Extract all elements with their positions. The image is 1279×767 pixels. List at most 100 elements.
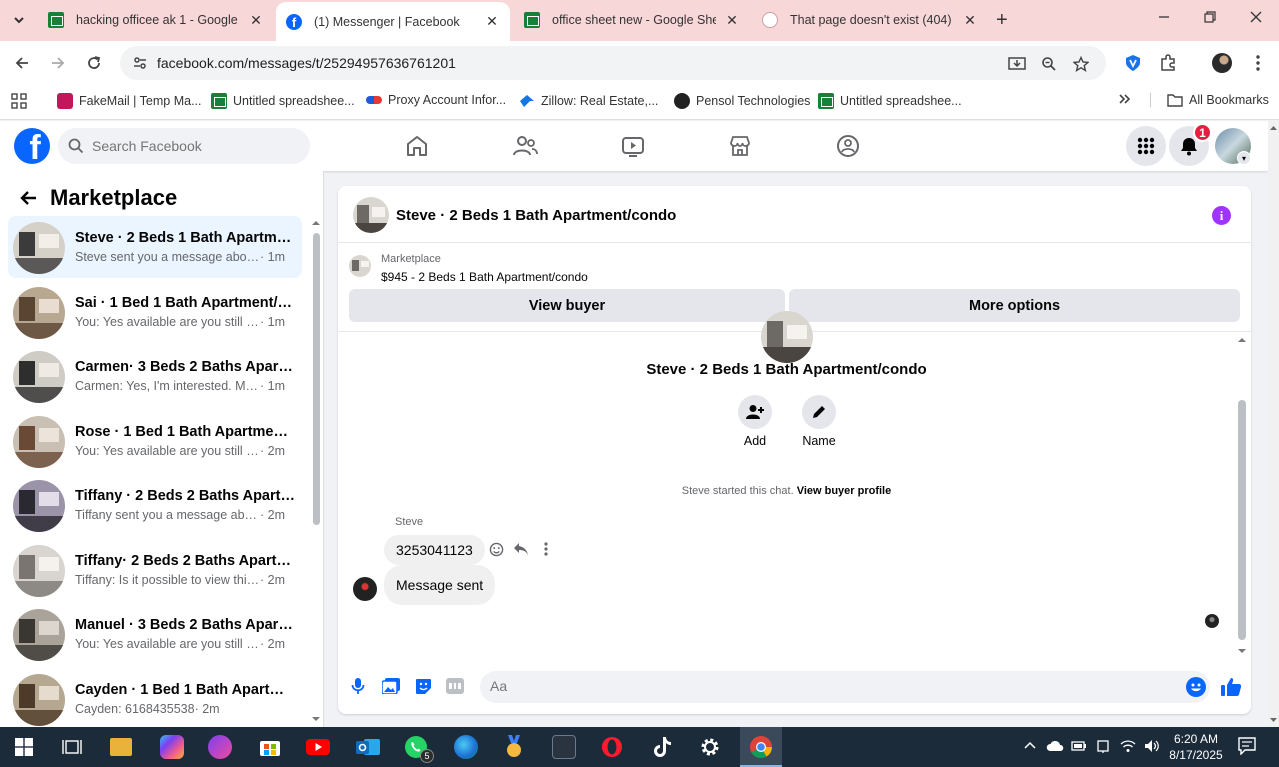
system-clock[interactable]: 6:20 AM 8/17/2025: [1168, 731, 1224, 763]
tab-hacking-office[interactable]: hacking officee ak 1 - Google D ✕: [38, 4, 274, 36]
onedrive-icon[interactable]: [1046, 739, 1064, 756]
back-button[interactable]: [11, 52, 33, 74]
conversation-item[interactable]: Steve · 2 Beds 1 Bath Apartment/condo Ste…: [8, 216, 302, 278]
omnibox[interactable]: facebook.com/messages/t/2529495763676120…: [120, 46, 1106, 80]
thread-scrollbar[interactable]: [1237, 333, 1247, 655]
message-more-button[interactable]: [538, 541, 554, 557]
more-options-button[interactable]: More options: [789, 289, 1240, 322]
wifi-icon[interactable]: [1120, 739, 1136, 756]
extensions-button[interactable]: [1157, 52, 1179, 74]
profile-button[interactable]: [1211, 52, 1233, 74]
restore-button[interactable]: [1204, 10, 1216, 27]
settings-gear-icon[interactable]: [698, 735, 722, 759]
copilot-icon[interactable]: [160, 735, 184, 759]
windows-start-icon[interactable]: [12, 735, 36, 759]
gif-button[interactable]: [445, 676, 465, 696]
bookmark-untitled-2[interactable]: Untitled spreadshee...: [818, 93, 962, 109]
forward-button[interactable]: [47, 52, 69, 74]
whatsapp-icon[interactable]: 5: [404, 735, 434, 763]
close-icon[interactable]: ✕: [962, 12, 978, 29]
chat-avatar[interactable]: [353, 197, 389, 233]
chrome-icon[interactable]: [749, 735, 773, 759]
chat-title[interactable]: Steve · 2 Beds 1 Bath Apartment/condo: [396, 207, 676, 224]
conversation-item[interactable]: Rose · 1 Bed 1 Bath Apartment/condo You: …: [8, 410, 302, 472]
add-action[interactable]: Add: [725, 395, 785, 448]
listing-thumbnail[interactable]: [349, 255, 371, 277]
thumbs-up-icon[interactable]: [1220, 676, 1242, 698]
close-window-button[interactable]: [1250, 10, 1262, 27]
file-explorer-icon[interactable]: [110, 738, 132, 756]
app-icon[interactable]: [552, 735, 576, 759]
notification-center-icon[interactable]: [1238, 737, 1256, 758]
close-icon[interactable]: ✕: [724, 12, 740, 29]
conversation-item[interactable]: Carmen· 3 Beds 2 Baths Apartment/condo Ca…: [8, 345, 302, 407]
menu-button[interactable]: [1126, 126, 1166, 166]
scroll-thumb[interactable]: [1238, 400, 1246, 640]
close-icon[interactable]: ✕: [484, 13, 500, 30]
chevron-down-icon[interactable]: ▾: [1237, 151, 1251, 165]
all-bookmarks-button[interactable]: All Bookmarks: [1150, 93, 1269, 107]
medal-icon[interactable]: [502, 735, 526, 759]
profile-picture[interactable]: [761, 311, 813, 363]
react-button[interactable]: [488, 541, 504, 557]
message-input[interactable]: [490, 678, 1150, 694]
app-icon[interactable]: [208, 735, 232, 759]
browser-menu-button[interactable]: [1247, 52, 1269, 74]
bookmark-fakemail[interactable]: FakeMail | Temp Ma...: [57, 93, 202, 109]
facebook-search[interactable]: [58, 128, 310, 164]
extension-shield-button[interactable]: [1122, 52, 1144, 74]
zoom-icon[interactable]: [1040, 55, 1058, 73]
listing-price-title[interactable]: $945 - 2 Beds 1 Bath Apartment/condo: [381, 270, 588, 284]
battery-icon[interactable]: [1071, 739, 1087, 756]
reply-button[interactable]: [513, 541, 529, 557]
tab-office-sheet[interactable]: office sheet new - Google Shee ✕: [514, 4, 750, 36]
minimize-button[interactable]: [1158, 10, 1170, 27]
groups-icon[interactable]: [835, 133, 861, 159]
url-text[interactable]: facebook.com/messages/t/2529495763676120…: [157, 55, 456, 71]
opera-icon[interactable]: [600, 735, 624, 759]
video-icon[interactable]: [620, 133, 646, 159]
tab-messenger[interactable]: f (1) Messenger | Facebook ✕: [276, 2, 510, 41]
page-scrollbar[interactable]: [1268, 121, 1279, 727]
apps-button[interactable]: [11, 93, 27, 109]
back-button[interactable]: [16, 186, 40, 210]
new-tab-button[interactable]: +: [996, 9, 1008, 32]
view-buyer-profile-link[interactable]: View buyer profile: [797, 485, 892, 497]
bookmark-pensol[interactable]: Pensol Technologies: [674, 93, 810, 109]
bookmark-proxy[interactable]: Proxy Account Infor...: [366, 93, 506, 107]
conversation-item[interactable]: Manuel · 3 Beds 2 Baths Apartment/condo Y…: [8, 603, 302, 665]
conversation-item[interactable]: Tiffany· 2 Beds 2 Baths Apartment/condo T…: [8, 539, 302, 601]
search-input[interactable]: [92, 138, 292, 154]
task-view-icon[interactable]: [60, 735, 84, 759]
message-bubble[interactable]: 3253041123: [384, 535, 485, 565]
tab-search-button[interactable]: [6, 8, 32, 32]
youtube-icon[interactable]: [306, 735, 330, 759]
show-hidden-icons[interactable]: [1024, 739, 1036, 753]
message-input-wrapper[interactable]: [480, 671, 1210, 703]
tab-404[interactable]: That page doesn't exist (404) - F ✕: [752, 4, 988, 36]
edge-icon[interactable]: [454, 735, 478, 759]
bookmarks-overflow-button[interactable]: [1118, 93, 1132, 105]
sticker-button[interactable]: [413, 676, 433, 696]
volume-icon[interactable]: [1144, 739, 1160, 756]
install-app-icon[interactable]: [1008, 55, 1026, 73]
pencil-icon[interactable]: [802, 395, 836, 429]
my-avatar[interactable]: [353, 577, 377, 601]
info-icon[interactable]: i: [1212, 206, 1231, 225]
facebook-logo-icon[interactable]: f: [14, 128, 50, 164]
tiktok-icon[interactable]: [650, 735, 674, 759]
bookmark-zillow[interactable]: Zillow: Real Estate,...: [519, 93, 658, 109]
emoji-icon[interactable]: [1186, 677, 1206, 697]
device-icon[interactable]: [1096, 739, 1110, 756]
bookmark-untitled-1[interactable]: Untitled spreadshee...: [211, 93, 355, 109]
voice-clip-button[interactable]: [348, 676, 368, 696]
home-icon[interactable]: [404, 133, 430, 159]
marketplace-icon[interactable]: [727, 133, 753, 159]
scroll-thumb[interactable]: [313, 233, 320, 525]
site-info-icon[interactable]: [132, 55, 148, 71]
friends-icon[interactable]: [512, 133, 538, 159]
microsoft-store-icon[interactable]: [258, 735, 282, 759]
sidebar-scrollbar[interactable]: [311, 217, 321, 725]
bookmark-star-icon[interactable]: [1072, 55, 1090, 73]
name-action[interactable]: Name: [789, 395, 849, 448]
